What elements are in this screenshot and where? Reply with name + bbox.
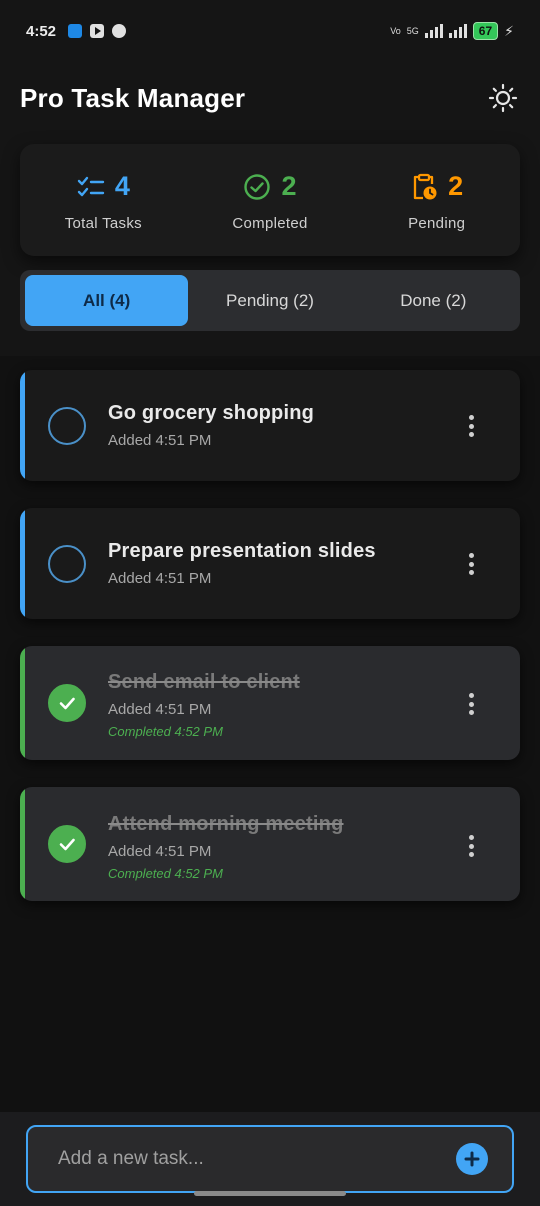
tab-done[interactable]: Done (2) <box>352 275 515 326</box>
task-added-time: Added 4:51 PM <box>108 701 212 718</box>
add-task-field <box>26 1125 514 1193</box>
task-status-bar <box>20 370 25 481</box>
task-item[interactable]: Attend morning meeting Added 4:51 PM Com… <box>20 787 520 901</box>
task-checkbox[interactable] <box>48 545 86 583</box>
task-title: Send email to client <box>108 671 300 693</box>
stat-total-value: 4 <box>114 171 130 201</box>
task-menu-button[interactable] <box>462 833 480 859</box>
page-title: Pro Task Manager <box>20 82 246 113</box>
stat-pending-value: 2 <box>448 171 464 201</box>
status-right: Vo 5G 67 ⚡ <box>390 22 514 40</box>
tab-all[interactable]: All (4) <box>25 275 189 326</box>
app-header: Pro Task Manager <box>0 62 540 134</box>
task-menu-button[interactable] <box>462 413 480 439</box>
tab-pending[interactable]: Pending (2) <box>188 275 351 326</box>
network-type-label: 5G <box>406 26 419 36</box>
task-list: Go grocery shopping Added 4:51 PM Prepar… <box>0 356 540 1112</box>
task-menu-button[interactable] <box>462 691 480 717</box>
task-status-bar <box>20 787 25 901</box>
stat-pending: 2 Pending <box>353 144 520 256</box>
stat-total-label: Total Tasks <box>64 214 142 232</box>
task-title: Prepare presentation slides <box>108 540 376 562</box>
stat-completed-value: 2 <box>281 171 297 201</box>
task-item[interactable]: Go grocery shopping Added 4:51 PM <box>20 370 520 481</box>
check-circle-icon <box>244 173 271 200</box>
stats-card: 4 Total Tasks 2 Completed 2 Pending <box>20 144 520 256</box>
task-status-bar <box>20 508 25 619</box>
add-task-button[interactable] <box>456 1143 488 1175</box>
status-bar: 4:52 Vo 5G 67 ⚡ <box>0 0 540 62</box>
add-task-input[interactable] <box>58 1148 456 1170</box>
stat-completed: 2 Completed <box>187 144 354 256</box>
task-item[interactable]: Send email to client Added 4:51 PM Compl… <box>20 646 520 760</box>
call-icon <box>112 24 127 38</box>
task-title: Attend morning meeting <box>108 813 344 835</box>
task-status-bar <box>20 646 25 760</box>
sun-icon <box>488 83 518 113</box>
volte-label: Vo <box>390 26 401 36</box>
task-added-time: Added 4:51 PM <box>108 432 212 449</box>
clipboard-clock-icon <box>414 173 437 199</box>
stat-pending-label: Pending <box>408 214 466 232</box>
home-indicator[interactable] <box>194 1191 346 1196</box>
signal-icon <box>424 24 443 38</box>
stat-completed-label: Completed <box>232 214 308 232</box>
app-notification-icon <box>68 24 83 38</box>
plus-icon <box>464 1151 480 1167</box>
task-checkbox[interactable] <box>48 825 86 863</box>
filter-tabs: All (4) Pending (2) Done (2) <box>20 270 520 331</box>
youtube-icon <box>90 24 105 38</box>
charging-icon: ⚡ <box>504 22 514 39</box>
task-title: Go grocery shopping <box>108 402 315 424</box>
battery-icon: 67 <box>472 22 499 40</box>
stat-total: 4 Total Tasks <box>20 144 187 256</box>
status-time: 4:52 <box>26 22 57 40</box>
theme-toggle-button[interactable] <box>486 81 520 115</box>
task-checkbox[interactable] <box>48 407 86 445</box>
task-added-time: Added 4:51 PM <box>108 843 212 860</box>
task-completed-time: Completed 4:52 PM <box>108 866 223 881</box>
checkmark-icon <box>59 697 75 710</box>
task-checkbox[interactable] <box>48 684 86 722</box>
checklist-icon <box>77 176 105 196</box>
task-added-time: Added 4:51 PM <box>108 570 212 587</box>
task-menu-button[interactable] <box>462 551 480 577</box>
checkmark-icon <box>59 838 75 851</box>
task-completed-time: Completed 4:52 PM <box>108 724 223 739</box>
task-item[interactable]: Prepare presentation slides Added 4:51 P… <box>20 508 520 619</box>
signal-icon-2 <box>448 24 467 38</box>
status-left: 4:52 <box>26 22 127 40</box>
